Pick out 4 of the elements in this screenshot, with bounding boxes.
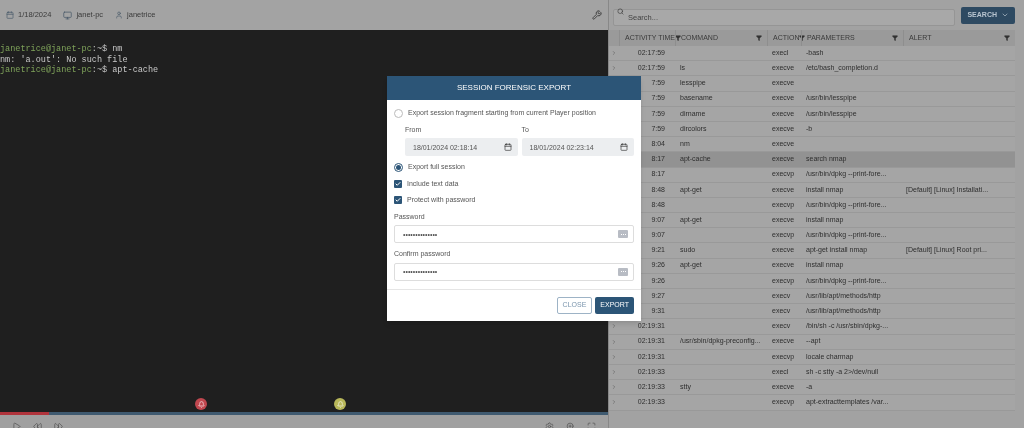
terminal-line: nm: 'a.out': No such file [0, 54, 128, 65]
terminal-line: janetrice@janet-pc:~$ apt-cache [0, 65, 159, 76]
dialog-title: SESSION FORENSIC EXPORT [387, 76, 641, 100]
terminal-line: janetrice@janet-pc:~$ nm [0, 44, 123, 55]
